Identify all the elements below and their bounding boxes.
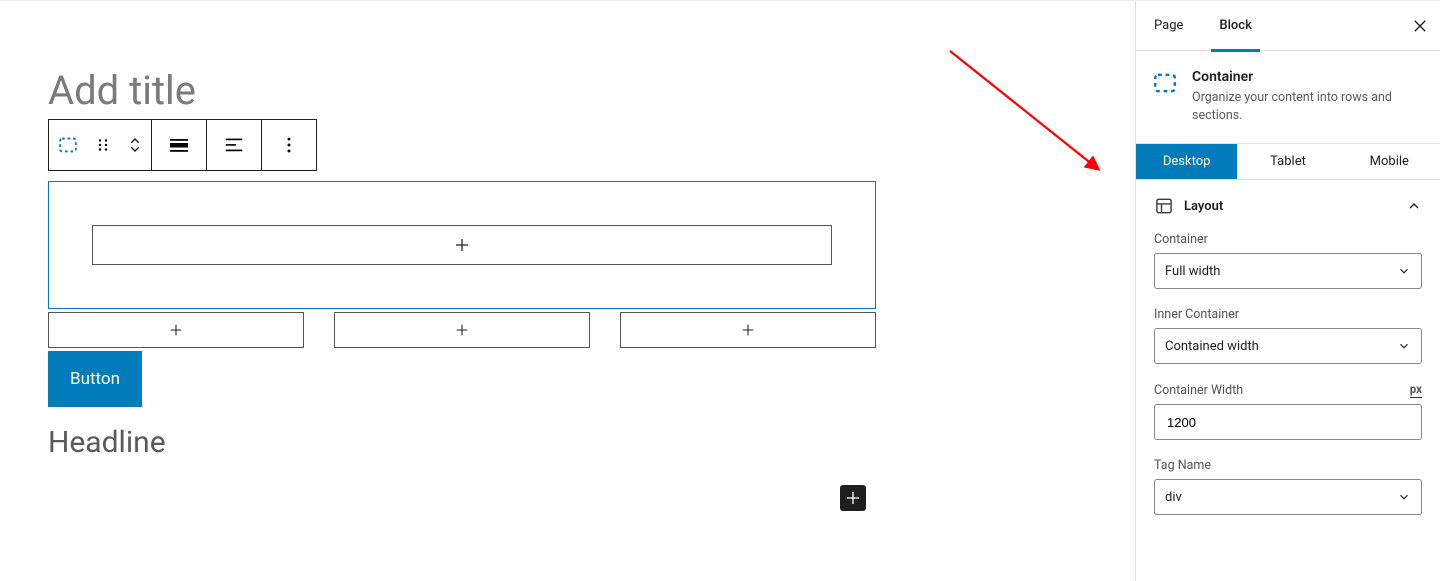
move-up-down-button[interactable] — [119, 120, 151, 170]
more-options-button[interactable] — [262, 120, 316, 170]
tab-block[interactable]: Block — [1201, 1, 1269, 51]
chevron-down-icon — [1397, 264, 1411, 278]
tab-page[interactable]: Page — [1136, 1, 1201, 51]
device-tab-desktop[interactable]: Desktop — [1136, 144, 1237, 179]
block-toolbar — [48, 119, 317, 171]
editor-canvas: Add title — [0, 1, 1135, 581]
layout-panel-toggle[interactable]: Layout — [1154, 180, 1422, 232]
inner-container-field-label: Inner Container — [1154, 307, 1422, 322]
container-width-field-label: Container Width — [1154, 383, 1243, 398]
device-tab-tablet[interactable]: Tablet — [1237, 144, 1338, 179]
device-tab-mobile[interactable]: Mobile — [1339, 144, 1440, 179]
chevron-down-icon — [1397, 490, 1411, 504]
container-width-input[interactable] — [1154, 404, 1422, 440]
container-block-icon-button[interactable] — [49, 120, 87, 170]
button-block[interactable]: Button — [48, 351, 142, 407]
add-block-col-3[interactable] — [620, 312, 876, 348]
plus-icon — [740, 322, 756, 338]
inner-container-select-value: Contained width — [1165, 339, 1259, 354]
block-title: Container — [1192, 69, 1422, 85]
container-field-label: Container — [1154, 232, 1422, 247]
add-block-col-1[interactable] — [48, 312, 304, 348]
post-title[interactable]: Add title — [48, 71, 1135, 111]
layout-panel-title: Layout — [1184, 199, 1223, 214]
plus-icon — [168, 322, 184, 338]
container-width-select[interactable]: Full width — [1154, 253, 1422, 289]
responsive-device-tabs: Desktop Tablet Mobile — [1136, 143, 1440, 180]
block-card: Container Organize your content into row… — [1136, 51, 1440, 143]
settings-sidebar: Page Block Container Organize your conte… — [1135, 1, 1440, 581]
add-block-col-2[interactable] — [334, 312, 590, 348]
add-block-inside-container[interactable] — [92, 225, 832, 265]
plus-icon — [844, 489, 862, 507]
chevron-down-icon — [1397, 339, 1411, 353]
headline-block[interactable]: Headline — [48, 425, 1135, 460]
tag-name-select-value: div — [1165, 490, 1182, 505]
container-select-value: Full width — [1165, 264, 1220, 279]
container-width-value[interactable] — [1165, 414, 1411, 431]
drag-handle-button[interactable] — [87, 120, 119, 170]
align-full-width-button[interactable] — [152, 120, 206, 170]
close-sidebar-button[interactable] — [1400, 17, 1440, 35]
tag-name-select[interactable]: div — [1154, 479, 1422, 515]
inner-container-select[interactable]: Contained width — [1154, 328, 1422, 364]
container-icon — [1152, 70, 1178, 125]
plus-icon — [454, 322, 470, 338]
chevron-up-icon — [1406, 198, 1422, 214]
block-inserter-fab[interactable] — [840, 485, 866, 511]
container-block-selected[interactable] — [48, 181, 876, 309]
unit-px-tab[interactable]: px — [1410, 382, 1422, 398]
plus-icon — [453, 236, 471, 254]
align-left-button[interactable] — [207, 120, 261, 170]
close-icon — [1411, 17, 1429, 35]
block-description: Organize your content into rows and sect… — [1192, 89, 1422, 125]
tag-name-field-label: Tag Name — [1154, 458, 1422, 473]
layout-icon — [1154, 196, 1174, 216]
columns-row — [48, 312, 876, 348]
